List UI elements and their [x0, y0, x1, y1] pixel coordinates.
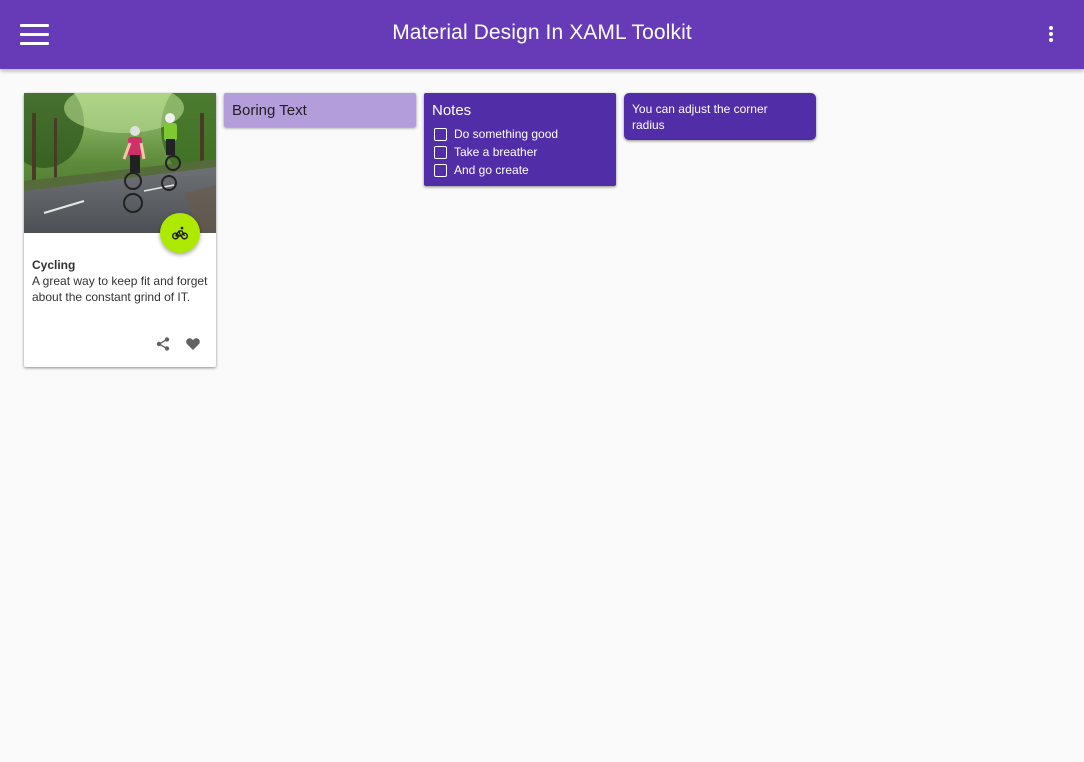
checkbox-do-something-good[interactable]: Do something good	[434, 126, 558, 142]
app-bar: Material Design In XAML Toolkit	[0, 0, 1084, 69]
checkbox-and-go-create[interactable]: And go create	[434, 162, 529, 178]
checkbox-take-a-breather[interactable]: Take a breather	[434, 144, 537, 160]
corner-radius-card: You can adjust the corner radius	[624, 93, 816, 140]
card-body-text: A great way to keep fit and forget about…	[32, 274, 208, 304]
checkbox-icon	[434, 127, 447, 141]
cycling-card: Cycling A great way to keep fit and forg…	[24, 93, 216, 367]
notes-title: Notes	[432, 102, 472, 119]
cycling-photo	[24, 93, 216, 233]
boring-text: Boring Text	[232, 102, 307, 119]
checkbox-label: Take a breather	[454, 145, 538, 159]
share-icon[interactable]	[155, 336, 171, 352]
bike-fab-button[interactable]	[160, 213, 200, 253]
checkbox-label: And go create	[454, 163, 529, 177]
cycling-image	[24, 93, 216, 233]
checkbox-label: Do something good	[454, 127, 559, 141]
checkbox-icon	[434, 145, 447, 159]
boring-text-card: Boring Text	[224, 93, 416, 127]
heart-icon[interactable]	[185, 336, 201, 352]
notes-card: Notes Do something good Take a breather …	[424, 93, 616, 186]
app-title: Material Design In XAML Toolkit	[392, 21, 692, 44]
corner-radius-text: You can adjust the corner radius	[632, 102, 768, 132]
more-options-icon[interactable]	[1045, 26, 1057, 44]
checkbox-icon	[434, 163, 447, 177]
bike-icon	[172, 226, 188, 240]
card-heading: Cycling	[32, 258, 76, 272]
